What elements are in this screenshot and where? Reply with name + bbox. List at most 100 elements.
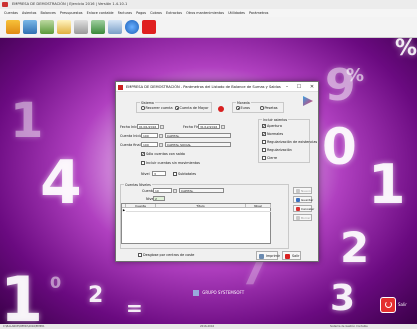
moneda-group: Moneda Euros Pesetas bbox=[232, 100, 284, 113]
decor-digit: 0 bbox=[50, 273, 62, 292]
incluir-asientos-group: Incluir asientos ✔Apertura ✔Normales Reg… bbox=[258, 117, 317, 163]
decor-digit: = bbox=[126, 296, 143, 320]
borrar-button[interactable]: Borrar bbox=[293, 214, 312, 221]
cuenta-final-input[interactable]: 100 bbox=[141, 142, 158, 147]
menu-otros[interactable]: Otros mantenimientos bbox=[186, 11, 224, 15]
incluir-sin-mov-check[interactable]: Incluir cuentas sin movimientos bbox=[141, 161, 200, 165]
sistema-group: Sistema Recorrer cuenta Cuenta de Mayor bbox=[136, 100, 212, 113]
globe-icon[interactable] bbox=[108, 20, 122, 34]
help-icon[interactable] bbox=[125, 20, 139, 34]
nivel-label: Nivel bbox=[141, 172, 150, 176]
menu-facturas[interactable]: Facturas bbox=[118, 11, 132, 15]
save-icon bbox=[295, 198, 300, 202]
nivel2-input[interactable]: 2 bbox=[153, 196, 165, 201]
printer-icon bbox=[258, 253, 264, 259]
nivel-input[interactable]: 3 bbox=[152, 171, 166, 176]
decor-digit: % bbox=[395, 38, 417, 61]
fecha-inicio-input[interactable]: 01/01/2016 bbox=[137, 124, 159, 129]
asiento-reg-existencias-check[interactable]: Regularización de existencias bbox=[262, 140, 317, 144]
asiento-cierre-check[interactable]: Cierre bbox=[262, 156, 277, 160]
decor-digit: 2 bbox=[340, 223, 370, 272]
power-icon bbox=[385, 301, 392, 308]
radio-cuenta-mayor[interactable]: Cuenta de Mayor bbox=[175, 106, 209, 110]
menu-bar: Cuentas Asientos Balances Presupuestos E… bbox=[0, 9, 417, 17]
guardar-button[interactable]: Guardar bbox=[293, 196, 313, 203]
delete-icon bbox=[295, 216, 300, 220]
chart-icon[interactable] bbox=[6, 20, 20, 34]
menu-presupuestos[interactable]: Presupuestos bbox=[60, 11, 83, 15]
cuenta-inicial-input[interactable]: 100 bbox=[141, 133, 158, 138]
cancel-icon bbox=[295, 207, 300, 211]
app-icon bbox=[118, 84, 123, 90]
incluir-asientos-legend: Incluir asientos bbox=[262, 117, 289, 122]
desglose-check[interactable]: Desglose por centros de coste bbox=[138, 253, 194, 257]
decor-digit: 1 bbox=[0, 263, 44, 324]
exit-icon bbox=[284, 253, 290, 259]
status-path: C:\BALANCE\DEMO\2016\EMP01 bbox=[3, 325, 45, 328]
salir-button[interactable]: Salir bbox=[282, 251, 301, 260]
cuenta-nivel-input[interactable]: 10 bbox=[153, 188, 172, 193]
calculator-icon[interactable] bbox=[23, 20, 37, 34]
window-title-bar: EMPRESA DE DEMOSTRACIÓN | Ejercicio 2016… bbox=[0, 0, 417, 9]
radio-recorrer[interactable]: Recorrer cuenta bbox=[141, 106, 173, 110]
tag-icon[interactable] bbox=[91, 20, 105, 34]
cuenta-final-label: Cuenta final bbox=[120, 143, 141, 147]
decor-digit: 0 bbox=[322, 118, 357, 176]
asiento-apertura-check[interactable]: ✔Apertura bbox=[262, 124, 282, 128]
desktop-salir-button[interactable] bbox=[380, 297, 396, 313]
grid-icon[interactable] bbox=[40, 20, 54, 34]
cuenta-inicial-desc: CAPITAL bbox=[165, 133, 231, 138]
asiento-regularizacion-check[interactable]: Regularización bbox=[262, 148, 292, 152]
menu-cuentas[interactable]: Cuentas bbox=[4, 11, 18, 15]
folder-icon[interactable] bbox=[74, 20, 88, 34]
calendar-icon[interactable] bbox=[160, 124, 164, 129]
power-icon[interactable] bbox=[142, 20, 156, 34]
decor-digit: 4 bbox=[40, 148, 82, 218]
fecha-fin-input[interactable]: 31/12/2016 bbox=[198, 124, 220, 129]
radio-pesetas[interactable]: Pesetas bbox=[260, 106, 278, 110]
menu-enlace-contable[interactable]: Enlace contable bbox=[87, 11, 114, 15]
menu-asientos[interactable]: Asientos bbox=[22, 11, 36, 15]
cuenta-inicial-label: Cuenta Inicial bbox=[120, 134, 144, 138]
window-title: EMPRESA DE DEMOSTRACIÓN | Ejercicio 2016… bbox=[12, 2, 128, 6]
document-icon[interactable] bbox=[57, 20, 71, 34]
dialog-title: EMPRESA DE DEMOSTRACIÓN - Parámetros del… bbox=[126, 85, 281, 89]
lookup-icon[interactable] bbox=[159, 133, 163, 138]
menu-parametros[interactable]: Parámetros bbox=[249, 11, 268, 15]
imprimir-button[interactable]: Imprimir bbox=[256, 251, 280, 260]
moneda-legend: Moneda bbox=[236, 100, 251, 105]
fecha-fin-label: Fecha Fin bbox=[183, 125, 199, 129]
brand-text: GRUPO SYSTEMSOFT bbox=[202, 290, 245, 295]
close-icon[interactable]: ✕ bbox=[306, 82, 318, 92]
sistema-legend: Sistema bbox=[140, 100, 155, 105]
menu-extractos[interactable]: Extractos bbox=[166, 11, 182, 15]
cuenta-final-desc: CAPITAL SOCIAL bbox=[165, 142, 231, 147]
app-icon bbox=[2, 2, 8, 7]
cuenta-nivel-desc: CAPITAL bbox=[179, 188, 224, 193]
maximize-icon[interactable]: ☐ bbox=[293, 82, 305, 92]
menu-utilidades[interactable]: Utilidades bbox=[228, 11, 245, 15]
radio-euros[interactable]: Euros bbox=[236, 106, 250, 110]
menu-cobros[interactable]: Cobros bbox=[150, 11, 162, 15]
menu-balances[interactable]: Balances bbox=[41, 11, 56, 15]
decor-digit: % bbox=[346, 65, 365, 86]
desktop-salir-label: Salir bbox=[398, 302, 407, 307]
subtotales-check[interactable]: Subtotales bbox=[173, 172, 196, 176]
logo-icon bbox=[303, 96, 313, 106]
nuevo-button[interactable]: Nuevo bbox=[293, 187, 312, 194]
decor-digit: 3 bbox=[330, 278, 356, 319]
lookup-icon[interactable] bbox=[159, 142, 163, 147]
lookup-icon[interactable] bbox=[173, 188, 177, 193]
menu-pagos[interactable]: Pagos bbox=[136, 11, 146, 15]
minimize-icon[interactable]: – bbox=[281, 82, 293, 92]
decor-digit: 1 bbox=[368, 153, 406, 216]
cancelar-button[interactable]: Cancelar bbox=[293, 205, 314, 212]
cuentas-grid[interactable]: Cuenta Título Nivel ▶ bbox=[121, 203, 271, 244]
asiento-normales-check[interactable]: ✔Normales bbox=[262, 132, 283, 136]
calendar-icon[interactable] bbox=[221, 124, 225, 129]
decor-digit: 2 bbox=[88, 283, 104, 308]
status-bar: C:\BALANCE\DEMO\2016\EMP01 2016-2016 Sis… bbox=[0, 324, 417, 329]
table-row[interactable] bbox=[126, 208, 271, 212]
solo-saldo-check[interactable]: ✔Sólo cuentas con saldo bbox=[141, 152, 185, 156]
decor-digit: 1 bbox=[10, 93, 44, 149]
